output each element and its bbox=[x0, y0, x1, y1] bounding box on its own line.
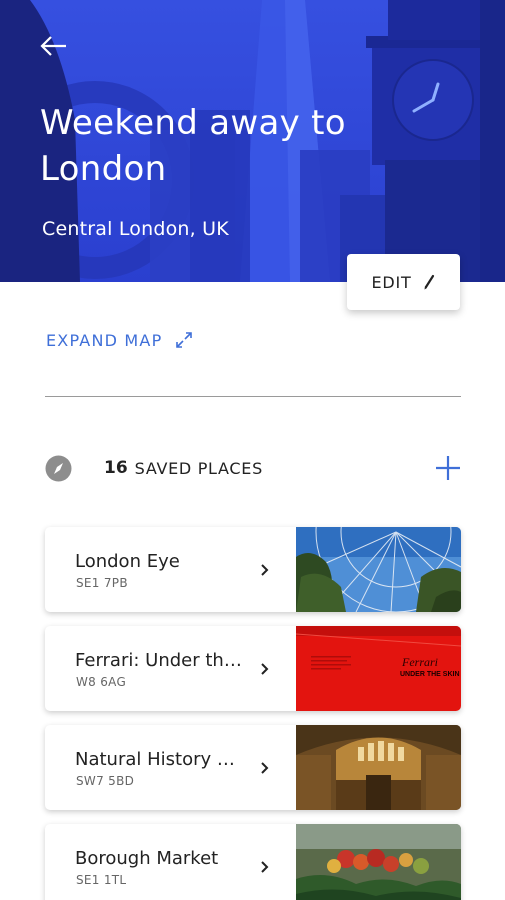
borough-market-photo bbox=[296, 824, 461, 900]
place-card-london-eye[interactable]: London Eye SE1 7PB bbox=[45, 527, 461, 612]
section-divider bbox=[45, 396, 461, 397]
place-postcode: W8 6AG bbox=[76, 675, 127, 689]
chevron-right-icon bbox=[261, 564, 269, 576]
edit-button[interactable]: EDIT bbox=[347, 254, 460, 310]
place-name: London Eye bbox=[75, 551, 180, 572]
place-card-ferrari[interactable]: Ferrari: Under the… W8 6AG Ferrari UNDER… bbox=[45, 626, 461, 711]
natural-history-museum-photo bbox=[296, 725, 461, 810]
expand-map-label: EXPAND MAP bbox=[46, 330, 163, 350]
chevron-right-icon bbox=[261, 861, 269, 873]
place-card-borough-market[interactable]: Borough Market SE1 1TL bbox=[45, 824, 461, 900]
pencil-icon bbox=[424, 274, 434, 290]
location-subtitle: Central London, UK bbox=[42, 218, 229, 240]
london-eye-photo bbox=[296, 527, 461, 612]
saved-places-label: SAVED PLACES bbox=[134, 458, 263, 478]
plus-icon[interactable] bbox=[433, 453, 463, 483]
chevron-right-icon bbox=[261, 762, 269, 774]
place-card-natural-history-museum[interactable]: Natural History M… SW7 5BD bbox=[45, 725, 461, 810]
page-title: Weekend away to London bbox=[40, 103, 346, 189]
compass-icon bbox=[45, 455, 72, 481]
place-name: Natural History M… bbox=[75, 749, 247, 770]
hero-header: Weekend away to London Central London, U… bbox=[0, 0, 505, 282]
expand-map-link[interactable]: EXPAND MAP bbox=[46, 330, 194, 350]
chevron-right-icon bbox=[261, 663, 269, 675]
place-name: Ferrari: Under the… bbox=[75, 650, 247, 671]
place-name: Borough Market bbox=[75, 848, 219, 869]
saved-places-count: 16 bbox=[104, 458, 128, 478]
edit-button-label: EDIT bbox=[371, 272, 412, 292]
ferrari-logo-text: Ferrari bbox=[401, 655, 438, 669]
ferrari-exhibition-photo: Ferrari UNDER THE SKIN bbox=[296, 626, 461, 711]
arrow-left-icon[interactable] bbox=[36, 30, 72, 62]
saved-places-header: 16 SAVED PLACES bbox=[45, 453, 463, 483]
expand-arrows-icon bbox=[176, 332, 193, 348]
place-postcode: SE1 7PB bbox=[76, 576, 128, 590]
place-postcode: SW7 5BD bbox=[76, 774, 135, 788]
under-the-skin-text: UNDER THE SKIN bbox=[400, 671, 460, 678]
place-postcode: SE1 1TL bbox=[76, 873, 127, 887]
